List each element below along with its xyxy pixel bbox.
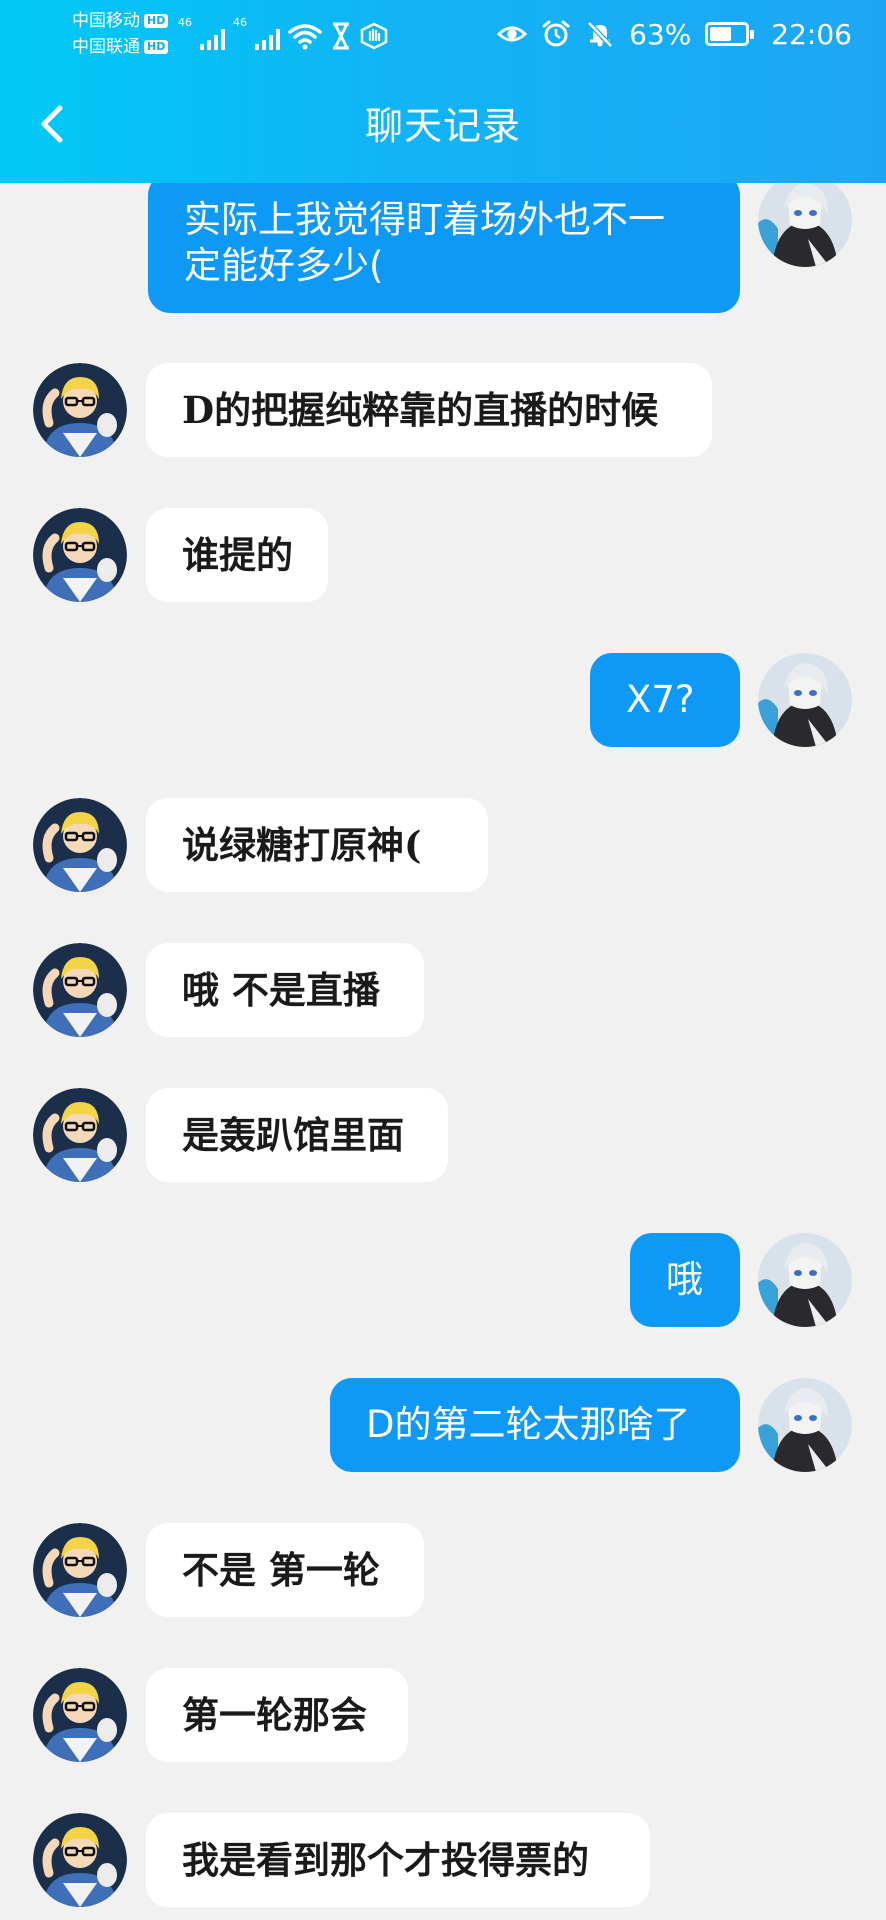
incoming-message-bubble[interactable]: 是轰趴馆里面 <box>146 1088 448 1182</box>
contact-avatar[interactable] <box>33 1088 127 1182</box>
incoming-message-bubble[interactable]: D的把握纯粹靠的直播的时候 <box>146 363 712 457</box>
incoming-message-bubble[interactable]: 第一轮那会 <box>146 1668 408 1762</box>
signal-icon <box>200 28 225 50</box>
self-avatar[interactable] <box>758 653 852 747</box>
signal-icon <box>255 28 280 50</box>
outgoing-message-bubble[interactable]: 实际上我觉得盯着场外也不一 定能好多少( <box>148 183 740 313</box>
message-text: X7? <box>626 678 695 721</box>
alarm-icon <box>542 20 570 47</box>
contact-avatar[interactable] <box>33 798 127 892</box>
message-text: 实际上我觉得盯着场外也不一 <box>184 198 665 241</box>
contact-avatar[interactable] <box>33 363 127 457</box>
message-text: 谁提的 <box>182 533 293 577</box>
message-text: 我是看到那个才投得票的 <box>182 1838 589 1882</box>
clock: 22:06 <box>771 17 852 51</box>
battery-level <box>710 27 732 41</box>
eye-icon <box>497 26 528 42</box>
message-text: 说绿糖打原神( <box>182 823 422 867</box>
battery-percent: 63% <box>629 17 692 51</box>
incoming-message-bubble[interactable]: 我是看到那个才投得票的 <box>146 1813 650 1907</box>
hand-icon <box>360 22 388 50</box>
contact-avatar[interactable] <box>33 1813 127 1907</box>
contact-avatar[interactable] <box>33 943 127 1037</box>
incoming-message-bubble[interactable]: 不是 第一轮 <box>146 1523 424 1617</box>
message-text: 哦 <box>666 1258 703 1301</box>
carrier-2-label: 中国联通 <box>72 37 140 57</box>
network-type-1: 46 <box>178 16 192 29</box>
incoming-message-bubble[interactable]: 谁提的 <box>146 508 328 602</box>
message-text: D的第二轮太那啥了 <box>366 1403 691 1446</box>
incoming-message-bubble[interactable]: 哦 不是直播 <box>146 943 424 1037</box>
hourglass-icon <box>333 22 349 50</box>
status-right: 63% 22:06 <box>497 12 852 56</box>
status-left-icons: 46 46 <box>178 14 388 50</box>
message-text: 不是 第一轮 <box>182 1548 380 1592</box>
outgoing-message-bubble[interactable]: X7? <box>590 653 740 747</box>
contact-avatar[interactable] <box>33 1523 127 1617</box>
message-text: D的把握纯粹靠的直播的时候 <box>182 388 659 432</box>
mute-icon <box>587 21 613 48</box>
self-avatar[interactable] <box>758 1233 852 1327</box>
page-title: 聊天记录 <box>364 104 521 148</box>
outgoing-message-bubble[interactable]: 哦 <box>630 1233 740 1327</box>
message-text: 定能好多少( <box>184 244 384 287</box>
chat-history[interactable]: 实际上我觉得盯着场外也不一 定能好多少( D的把握纯粹靠的直播的时候 谁提的 X… <box>0 183 886 1920</box>
self-avatar[interactable] <box>758 1378 852 1472</box>
hd-badge-1: HD <box>144 14 169 28</box>
battery-icon <box>705 22 755 46</box>
contact-avatar[interactable] <box>33 1668 127 1762</box>
network-type-2: 46 <box>233 16 247 29</box>
title-bar: 中国移动 HD 中国联通 HD 46 46 63% 22:06 聊天记录 <box>0 0 886 183</box>
carrier-1-label: 中国移动 <box>72 11 140 31</box>
self-avatar[interactable] <box>758 183 852 267</box>
contact-avatar[interactable] <box>33 508 127 602</box>
message-text: 是轰趴馆里面 <box>182 1113 404 1157</box>
hd-badge-2: HD <box>144 40 169 54</box>
message-text: 哦 不是直播 <box>182 968 380 1012</box>
incoming-message-bubble[interactable]: 说绿糖打原神( <box>146 798 488 892</box>
outgoing-message-bubble[interactable]: D的第二轮太那啥了 <box>330 1378 740 1472</box>
carrier-info: 中国移动 HD 中国联通 HD <box>72 8 169 60</box>
wifi-icon <box>288 24 322 50</box>
message-text: 第一轮那会 <box>182 1693 367 1737</box>
